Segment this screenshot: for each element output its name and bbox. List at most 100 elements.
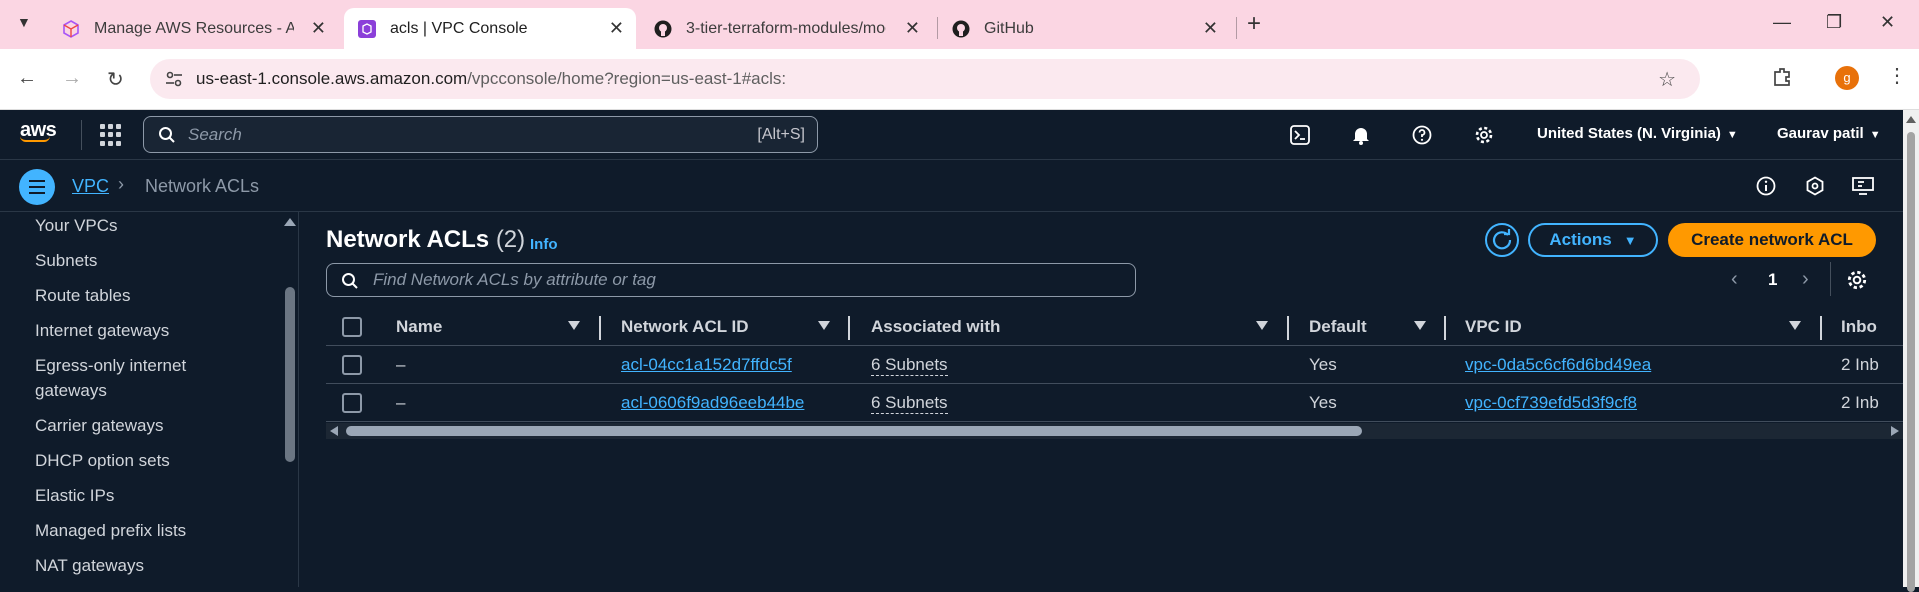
breadcrumb-vpc[interactable]: VPC [72,176,109,197]
table-row[interactable]: – acl-04cc1a152d7ffdc5f 6 Subnets Yes vp… [326,346,1903,384]
scroll-up-arrow-icon[interactable] [1906,116,1916,123]
cell-acl-id-link[interactable]: acl-0606f9ad96eeb44be [621,393,804,413]
cell-associated-with[interactable]: 6 Subnets [871,393,948,414]
table-preferences-gear-icon[interactable] [1846,269,1868,296]
cell-vpc-id-link[interactable]: vpc-0cf739efd5d3f9cf8 [1465,393,1637,413]
new-tab-icon[interactable]: + [1247,10,1261,38]
close-tab-icon[interactable]: ✕ [905,18,920,39]
profile-avatar[interactable]: g [1835,66,1859,90]
scroll-left-arrow-icon[interactable] [330,426,338,436]
info-panel-icon[interactable] [1756,176,1776,201]
cell-vpc-id-link[interactable]: vpc-0da5c6cf6d6bd49ea [1465,355,1651,375]
settings-gear-icon[interactable] [1474,125,1494,150]
prev-page-icon[interactable]: ‹ [1731,268,1738,291]
scroll-up-arrow-icon[interactable] [284,218,296,226]
sidebar-item-egress-only-internet-gateways-line2[interactable]: gateways [35,378,107,403]
cell-default: Yes [1309,355,1337,374]
actions-button[interactable]: Actions ▼ [1528,223,1658,257]
column-resizer[interactable] [599,316,601,340]
tab-vpc-console[interactable]: acls | VPC Console ✕ [344,8,636,49]
restore-icon[interactable]: ❐ [1826,12,1842,33]
refresh-button[interactable] [1485,223,1519,257]
page-number[interactable]: 1 [1768,270,1777,290]
table-horizontal-scrollbar[interactable] [326,423,1903,439]
column-header-name[interactable]: Name [396,317,442,337]
scroll-right-arrow-icon[interactable] [1891,426,1899,436]
sidebar-item-dhcp-option-sets[interactable]: DHCP option sets [35,448,170,473]
site-info-icon[interactable] [164,69,184,94]
side-nav-toggle-icon[interactable] [19,169,55,205]
forward-icon[interactable]: → [62,67,82,90]
sidebar-item-elastic-ips[interactable]: Elastic IPs [35,483,114,508]
tab-manage-aws-resources[interactable]: Manage AWS Resources - AWS ✕ [48,8,338,49]
sort-icon[interactable] [568,321,580,330]
column-header-vpc-id[interactable]: VPC ID [1465,317,1522,337]
column-header-network-acl-id[interactable]: Network ACL ID [621,317,749,337]
chevron-right-icon: › [118,174,124,194]
aws-logo[interactable]: aws [20,119,57,142]
info-link[interactable]: Info [530,236,558,253]
column-header-inbound[interactable]: Inbo [1841,317,1877,337]
reload-icon[interactable]: ↻ [107,67,124,92]
table-scroll-thumb[interactable] [346,426,1362,436]
sidebar-item-route-tables[interactable]: Route tables [35,283,130,308]
close-tab-icon[interactable]: ✕ [1203,18,1218,39]
sidebar-item-nat-gateways[interactable]: NAT gateways [35,553,144,578]
tab-terraform-modules[interactable]: 3-tier-terraform-modules/modu ✕ [640,8,932,49]
vpc-icon [358,19,376,38]
help-icon[interactable] [1412,125,1432,150]
filter-input[interactable]: Find Network ACLs by attribute or tag [326,263,1136,297]
select-all-checkbox[interactable] [342,317,362,337]
column-header-associated-with[interactable]: Associated with [871,317,1000,337]
column-resizer[interactable] [1820,316,1822,340]
column-resizer[interactable] [1287,316,1289,340]
column-header-default[interactable]: Default [1309,317,1367,337]
breadcrumb-current: Network ACLs [145,176,260,196]
page-vertical-scrollbar[interactable] [1903,110,1919,592]
tab-search-chevron-icon[interactable]: ▼ [17,14,31,30]
nav-divider [81,120,82,150]
display-preferences-icon[interactable] [1852,176,1874,201]
browser-menu-icon[interactable]: ⋮ [1887,63,1907,88]
sidebar-item-managed-prefix-lists[interactable]: Managed prefix lists [35,518,186,543]
sidebar-item-your-vpcs[interactable]: Your VPCs [35,213,118,238]
close-tab-icon[interactable]: ✕ [609,18,624,39]
next-page-icon[interactable]: › [1802,268,1809,291]
close-tab-icon[interactable]: ✕ [311,18,326,39]
tab-title: Manage AWS Resources - AWS [94,19,294,37]
back-icon[interactable]: ← [17,67,37,90]
sort-icon[interactable] [818,321,830,330]
bookmark-star-icon[interactable]: ☆ [1658,67,1676,92]
extensions-icon[interactable] [1771,66,1793,93]
sort-icon[interactable] [1789,321,1801,330]
sidebar-item-carrier-gateways[interactable]: Carrier gateways [35,413,164,438]
address-bar: ← → ↻ us-east-1.console.aws.amazon.com/v… [0,49,1919,110]
region-selector[interactable]: United States (N. Virginia) ▼ [1537,125,1738,142]
row-checkbox[interactable] [342,393,362,413]
minimize-icon[interactable]: — [1773,12,1791,33]
close-window-icon[interactable]: ✕ [1880,12,1895,33]
notifications-bell-icon[interactable] [1351,125,1371,150]
sidebar-item-subnets[interactable]: Subnets [35,248,97,273]
url-field[interactable]: us-east-1.console.aws.amazon.com/vpccons… [150,59,1700,99]
column-resizer[interactable] [848,316,850,340]
account-menu[interactable]: Gaurav patil ▼ [1777,125,1881,142]
cloudshell-icon[interactable] [1290,125,1310,150]
feedback-hexagon-icon[interactable] [1805,176,1825,201]
sidebar-item-egress-only-internet-gateways[interactable]: Egress-only internet [35,353,186,378]
tab-title: acls | VPC Console [390,19,528,37]
page-scroll-thumb[interactable] [1907,132,1915,592]
cell-acl-id-link[interactable]: acl-04cc1a152d7ffdc5f [621,355,792,375]
aws-search-input[interactable]: Search [Alt+S] [143,116,818,153]
services-grid-icon[interactable] [100,124,122,146]
sidebar-item-internet-gateways[interactable]: Internet gateways [35,318,169,343]
sidebar-scroll-thumb[interactable] [285,287,295,462]
cell-associated-with[interactable]: 6 Subnets [871,355,948,376]
tab-github[interactable]: GitHub ✕ [938,8,1230,49]
sort-icon[interactable] [1414,321,1426,330]
sort-icon[interactable] [1256,321,1268,330]
create-network-acl-button[interactable]: Create network ACL [1668,223,1876,257]
table-row[interactable]: – acl-0606f9ad96eeb44be 6 Subnets Yes vp… [326,384,1903,422]
column-resizer[interactable] [1444,316,1446,340]
row-checkbox[interactable] [342,355,362,375]
